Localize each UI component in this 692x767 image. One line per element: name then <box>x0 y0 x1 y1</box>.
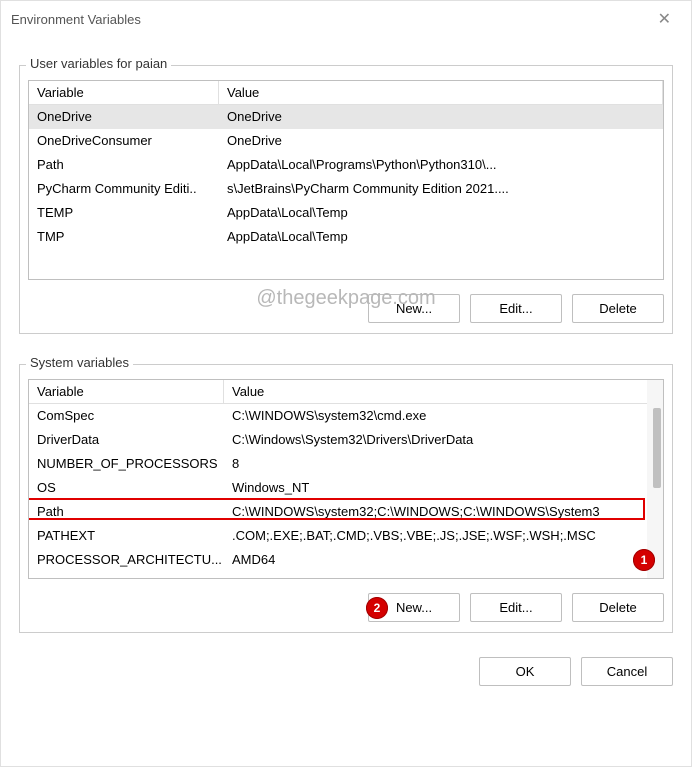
variable-value: AMD64 <box>224 548 663 572</box>
cancel-button[interactable]: Cancel <box>581 657 673 686</box>
variable-value: C:\WINDOWS\system32\cmd.exe <box>224 404 663 428</box>
environment-variables-dialog: Environment Variables ✕ User variables f… <box>0 0 692 767</box>
variable-name: PyCharm Community Editi.. <box>29 177 219 201</box>
variable-name: PROCESSOR_ARCHITECTU... <box>29 548 224 572</box>
header-variable[interactable]: Variable <box>29 81 219 104</box>
variable-value: .COM;.EXE;.BAT;.CMD;.VBS;.VBE;.JS;.JSE;.… <box>224 524 663 548</box>
variable-value: Windows_NT <box>224 476 663 500</box>
table-row[interactable]: PathC:\WINDOWS\system32;C:\WINDOWS;C:\WI… <box>29 500 663 524</box>
table-row[interactable]: OneDriveConsumerOneDrive <box>29 129 663 153</box>
table-row[interactable]: PATHEXT.COM;.EXE;.BAT;.CMD;.VBS;.VBE;.JS… <box>29 524 663 548</box>
user-group-label: User variables for paian <box>26 56 171 71</box>
system-variables-group: System variables Variable Value ComSpecC… <box>19 364 673 633</box>
variable-name: DriverData <box>29 428 224 452</box>
table-row[interactable]: TMPAppData\Local\Temp <box>29 225 663 249</box>
system-delete-button[interactable]: Delete <box>572 593 664 622</box>
table-row[interactable]: PathAppData\Local\Programs\Python\Python… <box>29 153 663 177</box>
user-variables-list[interactable]: Variable Value OneDriveOneDriveOneDriveC… <box>28 80 664 280</box>
user-delete-button[interactable]: Delete <box>572 294 664 323</box>
table-row[interactable]: OneDriveOneDrive <box>29 105 663 129</box>
header-variable[interactable]: Variable <box>29 380 224 403</box>
variable-value: 8 <box>224 452 663 476</box>
variable-name: OS <box>29 476 224 500</box>
variable-name: TMP <box>29 225 219 249</box>
table-row[interactable]: OSWindows_NT <box>29 476 663 500</box>
variable-value: AppData\Local\Temp <box>219 201 663 225</box>
table-row[interactable]: NUMBER_OF_PROCESSORS8 <box>29 452 663 476</box>
header-value[interactable]: Value <box>219 81 663 104</box>
table-row[interactable]: DriverDataC:\Windows\System32\Drivers\Dr… <box>29 428 663 452</box>
variable-value: OneDrive <box>219 105 663 129</box>
table-row[interactable]: PROCESSOR_ARCHITECTU...AMD64 <box>29 548 663 572</box>
variable-name: ComSpec <box>29 404 224 428</box>
user-edit-button[interactable]: Edit... <box>470 294 562 323</box>
variable-value: C:\Windows\System32\Drivers\DriverData <box>224 428 663 452</box>
titlebar: Environment Variables ✕ <box>1 1 691 37</box>
ok-button[interactable]: OK <box>479 657 571 686</box>
list-header: Variable Value <box>29 81 663 105</box>
variable-value: AppData\Local\Temp <box>219 225 663 249</box>
variable-name: Path <box>29 500 224 524</box>
variable-name: PATHEXT <box>29 524 224 548</box>
variable-name: NUMBER_OF_PROCESSORS <box>29 452 224 476</box>
variable-value: OneDrive <box>219 129 663 153</box>
variable-name: TEMP <box>29 201 219 225</box>
variable-value: C:\WINDOWS\system32;C:\WINDOWS;C:\WINDOW… <box>224 500 663 524</box>
list-header: Variable Value <box>29 380 663 404</box>
window-title: Environment Variables <box>11 12 141 27</box>
header-value[interactable]: Value <box>224 380 663 403</box>
close-icon[interactable]: ✕ <box>648 7 681 31</box>
user-new-button[interactable]: New... <box>368 294 460 323</box>
variable-name: OneDrive <box>29 105 219 129</box>
variable-value: AppData\Local\Programs\Python\Python310\… <box>219 153 663 177</box>
table-row[interactable]: ComSpecC:\WINDOWS\system32\cmd.exe <box>29 404 663 428</box>
table-row[interactable]: TEMPAppData\Local\Temp <box>29 201 663 225</box>
scrollbar[interactable] <box>647 380 663 578</box>
user-variables-group: User variables for paian Variable Value … <box>19 65 673 334</box>
callout-1: 1 <box>633 549 655 571</box>
table-row[interactable]: PyCharm Community Editi..s\JetBrains\PyC… <box>29 177 663 201</box>
system-edit-button[interactable]: Edit... <box>470 593 562 622</box>
variable-name: OneDriveConsumer <box>29 129 219 153</box>
scrollbar-thumb[interactable] <box>653 408 661 488</box>
variable-name: Path <box>29 153 219 177</box>
system-variables-list[interactable]: Variable Value ComSpecC:\WINDOWS\system3… <box>28 379 664 579</box>
variable-value: s\JetBrains\PyCharm Community Edition 20… <box>219 177 663 201</box>
system-group-label: System variables <box>26 355 133 370</box>
callout-2: 2 <box>366 597 388 619</box>
